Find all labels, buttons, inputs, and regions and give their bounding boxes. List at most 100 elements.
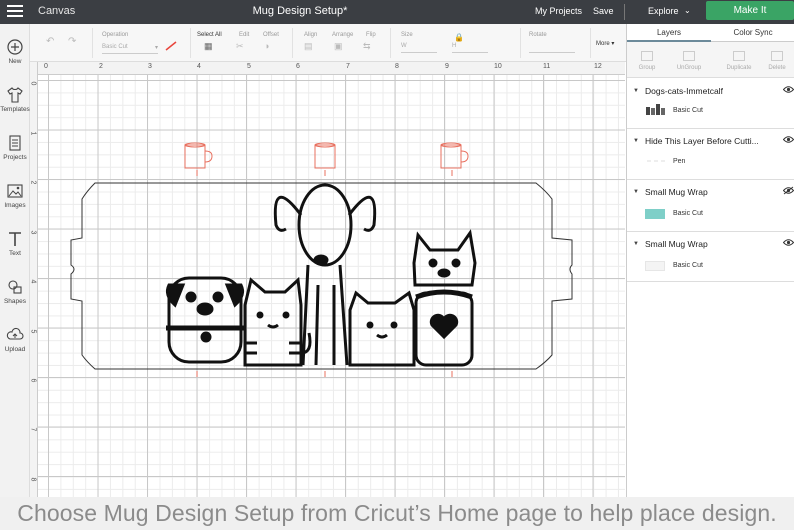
group-label: Group [638, 65, 656, 71]
sidebar-item-templates[interactable]: Templates [0, 86, 30, 113]
eye-icon[interactable] [783, 135, 794, 144]
sidebar-item-label: Templates [0, 106, 30, 113]
offset-label: Offset [263, 32, 279, 38]
canvas-artwork [70, 142, 573, 377]
layer-color-swatch[interactable] [645, 261, 665, 271]
group-icon [641, 51, 653, 61]
toolbar-divider [292, 28, 293, 58]
layer-row[interactable]: ▼ Small Mug Wrap Basic Cut [627, 232, 794, 282]
left-ruler-tick-label: 2 [29, 180, 37, 185]
caret-down-icon[interactable]: ▼ [633, 241, 639, 247]
rotate-input[interactable] [529, 41, 575, 53]
group-button[interactable]: Group [627, 51, 667, 71]
redo-icon[interactable]: ↷ [68, 36, 76, 47]
sidebar-item-shapes[interactable]: Shapes [0, 278, 30, 305]
left-ruler-tick-label: 4 [29, 279, 37, 284]
pen-color-icon[interactable] [164, 40, 178, 52]
offset-icon[interactable]: ◑ [264, 41, 269, 51]
sidebar-item-label: Upload [4, 346, 26, 353]
caption-text: Choose Mug Design Setup from Cricut’s Ho… [0, 497, 794, 530]
eye-icon[interactable] [783, 85, 794, 94]
undo-icon[interactable]: ↶ [46, 36, 54, 47]
top-ruler-tick-label: 7 [346, 63, 350, 70]
tab-layers[interactable]: Layers [627, 28, 711, 37]
left-ruler-tick-label: 5 [29, 329, 37, 334]
sidebar-item-label: Projects [3, 154, 27, 161]
ungroup-label: UnGroup [676, 65, 702, 71]
layer-row[interactable]: ▼ Dogs-cats-Immetcalf Basic Cut [627, 79, 794, 129]
layer-row[interactable]: ▼ Small Mug Wrap Basic Cut [627, 180, 794, 232]
more-button[interactable]: More ▾ [596, 40, 614, 47]
tshirt-icon [6, 86, 24, 104]
left-ruler-tick-label: 6 [29, 378, 37, 383]
ungroup-button[interactable]: UnGroup [669, 51, 709, 71]
toolbar-divider [590, 28, 591, 58]
mug-wrap-outline [70, 182, 573, 370]
text-icon [6, 230, 24, 248]
top-ruler-tick-label: 11 [543, 63, 551, 70]
caret-down-icon[interactable]: ▼ [633, 88, 639, 94]
layer-title: Small Mug Wrap [645, 187, 708, 197]
sidebar-item-images[interactable]: Images [0, 182, 30, 209]
duplicate-label: Duplicate [726, 65, 752, 71]
height-input[interactable]: H [452, 41, 488, 53]
layer-operation: Basic Cut [673, 107, 703, 114]
sidebar-item-text[interactable]: Text [0, 230, 30, 257]
top-ruler-tick-label: 0 [44, 63, 48, 70]
top-ruler-tick-label: 12 [594, 63, 602, 70]
left-ruler-tick-label: 7 [29, 427, 37, 432]
pug-drawing [166, 276, 244, 364]
sidebar-item-upload[interactable]: Upload [0, 326, 30, 353]
select-all-button[interactable]: Select All [197, 32, 222, 38]
top-ruler [38, 62, 625, 75]
layer-operation: Pen [673, 158, 686, 165]
arrange-icon[interactable]: ▣ [334, 41, 343, 52]
top-ruler-tick-label: 5 [247, 63, 251, 70]
save-button[interactable]: Save [593, 6, 614, 16]
sidebar-item-projects[interactable]: Projects [0, 134, 30, 161]
edit-label: Edit [239, 32, 250, 38]
left-ruler-tick-label: 3 [29, 230, 37, 235]
chevron-down-icon: ▾ [154, 45, 158, 51]
top-ruler-tick-label: 4 [197, 63, 201, 70]
ungroup-icon [683, 51, 695, 61]
layer-thumbnail [647, 160, 665, 162]
trash-icon [771, 51, 783, 61]
caret-down-icon[interactable]: ▼ [633, 138, 639, 144]
flip-icon[interactable]: ⇆ [363, 41, 371, 52]
toolbar-divider [390, 28, 391, 58]
arrange-label: Arrange [332, 32, 354, 38]
design-canvas[interactable] [38, 75, 625, 497]
layer-actions: Group UnGroup Duplicate Delete [627, 42, 794, 78]
layer-color-swatch[interactable] [645, 209, 665, 219]
operation-select[interactable]: Basic Cut ▾ [102, 42, 158, 54]
striped-cat-drawing [243, 276, 312, 367]
duplicate-icon [733, 51, 745, 61]
align-icon[interactable]: ▤ [304, 41, 313, 52]
tab-color-sync[interactable]: Color Sync [711, 28, 794, 37]
eye-hidden-icon[interactable] [783, 186, 794, 195]
top-ruler-tick-label: 8 [395, 63, 399, 70]
delete-label: Delete [768, 65, 786, 71]
shapes-icon [6, 278, 24, 296]
my-projects-link[interactable]: My Projects [535, 6, 582, 16]
top-ruler-tick-label: 10 [494, 63, 502, 70]
eye-icon[interactable] [783, 238, 794, 247]
sidebar-item-new[interactable]: New [0, 38, 30, 65]
width-input[interactable]: W [401, 41, 437, 53]
delete-button[interactable]: Delete [757, 51, 794, 71]
topbar-divider [624, 4, 625, 20]
size-label: Size [401, 32, 413, 38]
layer-row[interactable]: ▼ Hide This Layer Before Cutti... Pen [627, 129, 794, 180]
chevron-down-icon[interactable]: ⌄ [684, 6, 691, 15]
toolbar-divider [520, 28, 521, 58]
make-it-button[interactable]: Make It [706, 1, 794, 20]
duplicate-button[interactable]: Duplicate [719, 51, 759, 71]
caret-down-icon[interactable]: ▼ [633, 189, 639, 195]
operation-value: Basic Cut [102, 44, 128, 50]
explore-dropdown[interactable]: Explore [648, 6, 679, 16]
select-all-icon[interactable]: ▦ [204, 41, 213, 52]
small-cat-drawing [348, 290, 416, 367]
align-label: Align [304, 32, 318, 38]
edit-icon[interactable]: ✂ [236, 41, 244, 52]
